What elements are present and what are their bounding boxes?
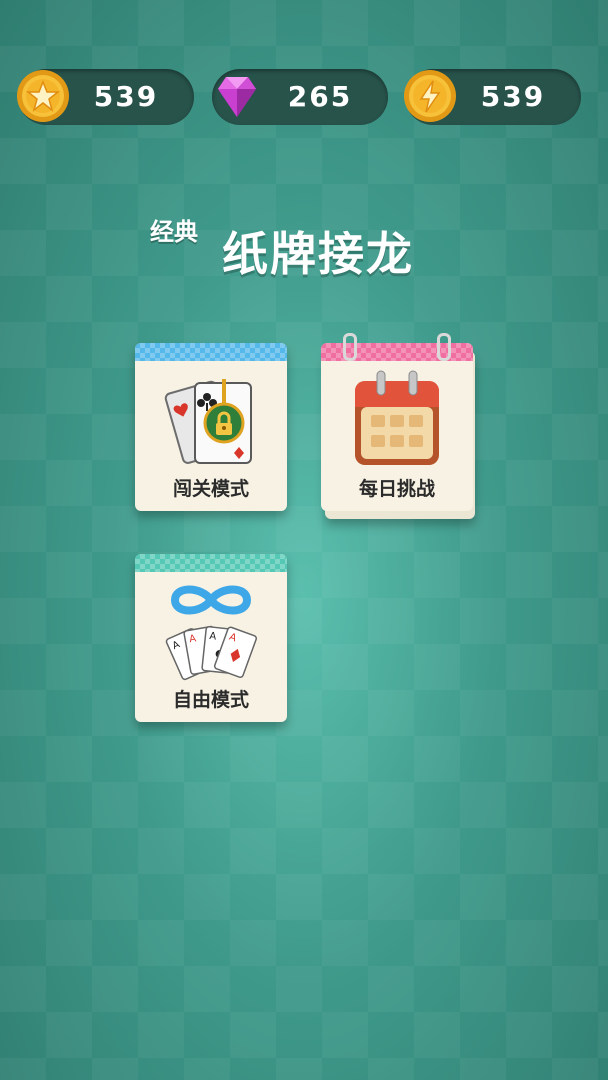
energy-count: 539 (480, 80, 546, 113)
svg-text:A: A (209, 631, 217, 643)
gem-count: 265 (287, 80, 353, 113)
binder-ring-left (343, 333, 357, 361)
title-subtitle: 经典 (150, 218, 198, 246)
card-band (135, 554, 287, 572)
daily-challenge-label: 每日挑战 (358, 478, 435, 500)
coin-counter[interactable]: 539 (17, 69, 194, 125)
game-title: 经典 纸牌接龙 (150, 208, 460, 288)
background-pattern (0, 0, 608, 1080)
gem-icon (218, 77, 256, 117)
free-mode-label: 自由模式 (172, 689, 249, 711)
coin-count: 539 (93, 80, 159, 113)
infinity-cards-icon: A A A A (165, 585, 258, 681)
lightning-coin-icon (404, 70, 456, 122)
title-main: 纸牌接龙 (222, 227, 414, 281)
gem-counter[interactable]: 265 (212, 69, 388, 125)
card-band (135, 343, 287, 361)
free-mode-card[interactable]: A A A A 自由模式 (135, 554, 287, 722)
energy-counter[interactable]: 539 (404, 69, 581, 125)
coin-star-icon (17, 70, 69, 122)
binder-ring-right (437, 333, 451, 361)
calendar-icon (355, 370, 439, 465)
level-mode-card[interactable]: 闯关模式 (135, 343, 287, 511)
daily-challenge-card[interactable]: 每日挑战 (321, 333, 475, 519)
locked-cards-icon (164, 379, 252, 464)
level-mode-label: 闯关模式 (172, 478, 249, 500)
